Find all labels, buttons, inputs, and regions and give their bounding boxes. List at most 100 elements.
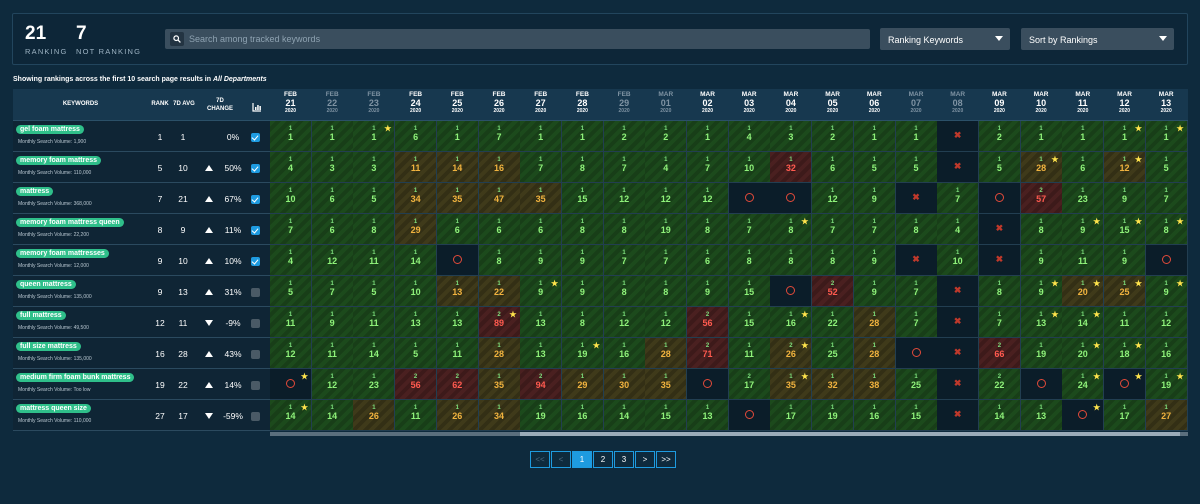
rank-cell[interactable]: 15 <box>353 183 396 214</box>
date-column-header[interactable]: FEB 22 2020 <box>316 91 349 114</box>
rank-cell[interactable]: 1 19 ★ <box>1145 369 1188 400</box>
chart-toggle-checkbox[interactable] <box>251 350 260 359</box>
rank-cell[interactable]: 18 <box>978 276 1021 307</box>
date-column-header[interactable]: MAR 08 2020 <box>941 91 974 114</box>
rank-cell[interactable]: 1 13 <box>520 307 563 338</box>
rank-cell[interactable]: 1 34 <box>478 400 521 431</box>
rank-cell[interactable]: 1 26 <box>353 400 396 431</box>
rank-cell[interactable]: 16 <box>687 245 729 276</box>
rank-cell[interactable]: 17 <box>270 214 312 245</box>
rank-cell[interactable] <box>770 276 813 307</box>
rank-cell[interactable]: 17 <box>603 245 646 276</box>
rank-cell[interactable]: 1 35 <box>520 183 563 214</box>
rank-cell[interactable]: ✖ <box>937 152 980 183</box>
rank-cell[interactable]: 1 14 <box>603 400 646 431</box>
date-column-header[interactable]: FEB 28 2020 <box>566 91 599 114</box>
rank-cell[interactable]: 11 <box>561 121 604 152</box>
rank-cell[interactable]: 18 <box>603 276 646 307</box>
rank-cell[interactable]: 1 12 <box>311 245 354 276</box>
rank-cell[interactable]: 15 <box>895 152 938 183</box>
rank-cell[interactable] <box>728 400 771 431</box>
page-2-button[interactable]: 2 <box>593 451 613 468</box>
rank-cell[interactable] <box>978 183 1021 214</box>
rank-cell[interactable]: 1 12 <box>603 183 646 214</box>
chart-toggle-checkbox[interactable] <box>251 195 260 204</box>
rank-cell[interactable]: 16 <box>520 214 563 245</box>
rank-cell[interactable]: 1 1 ★ <box>1104 121 1146 152</box>
rank-cell[interactable]: 16 <box>311 214 354 245</box>
rank-cell[interactable]: 18 <box>645 276 688 307</box>
rank-cell[interactable]: 1 20 ★ <box>1062 338 1105 369</box>
rank-cell[interactable]: 1 8 ★ <box>1145 214 1188 245</box>
rank-cell[interactable]: 1 13 <box>520 338 563 369</box>
header-7d-avg[interactable]: 7D AVG <box>171 101 197 107</box>
rank-cell[interactable]: 2 52 <box>812 276 855 307</box>
rank-cell[interactable]: 17 <box>520 152 563 183</box>
date-column-header[interactable]: MAR 03 2020 <box>733 91 766 114</box>
date-column-header[interactable]: MAR 12 2020 <box>1108 91 1141 114</box>
rank-cell[interactable]: 1 14 <box>395 245 438 276</box>
rank-cell[interactable]: 1 16 ★ <box>770 307 813 338</box>
rank-cell[interactable]: ✖ <box>937 307 980 338</box>
rank-cell[interactable]: 1 23 <box>353 369 396 400</box>
rank-cell[interactable]: 19 <box>853 183 896 214</box>
keyword-tag[interactable]: memory foam mattresses <box>16 249 109 258</box>
rank-cell[interactable]: 1 35 <box>436 183 479 214</box>
date-column-header[interactable]: MAR 07 2020 <box>900 91 933 114</box>
rank-cell[interactable]: 1 12 <box>645 307 688 338</box>
rank-cell[interactable]: 1 15 <box>561 183 604 214</box>
rank-cell[interactable]: 1 16 <box>603 338 646 369</box>
rank-cell[interactable]: ✖ <box>937 338 980 369</box>
rank-cell[interactable]: 16 <box>395 121 438 152</box>
date-column-header[interactable]: FEB 29 2020 <box>608 91 641 114</box>
page-next-button[interactable]: > <box>635 451 655 468</box>
rank-cell[interactable]: 1 12 <box>687 183 729 214</box>
rank-cell[interactable]: 1 12 ★ <box>1104 152 1146 183</box>
rank-cell[interactable]: 1 35 ★ <box>770 369 813 400</box>
page-prev-button[interactable]: < <box>551 451 571 468</box>
date-column-header[interactable]: FEB 27 2020 <box>524 91 557 114</box>
rank-cell[interactable]: 18 <box>728 245 771 276</box>
rank-cell[interactable]: 1 23 <box>1062 183 1105 214</box>
date-column-header[interactable]: MAR 01 2020 <box>649 91 682 114</box>
rank-cell[interactable]: 1 30 <box>603 369 646 400</box>
rank-cell[interactable]: 18 <box>561 307 604 338</box>
rank-cell[interactable]: 19 <box>687 276 729 307</box>
chart-icon[interactable] <box>252 99 262 117</box>
rank-cell[interactable]: 14 <box>728 121 771 152</box>
rank-cell[interactable]: 19 <box>561 245 604 276</box>
rank-cell[interactable]: 1 19 ★ <box>561 338 604 369</box>
rank-cell[interactable]: 1 22 <box>812 307 855 338</box>
rank-cell[interactable]: 1 1 ★ <box>1145 121 1188 152</box>
rank-cell[interactable]: 1 11 <box>311 338 354 369</box>
rank-cell[interactable]: 16 <box>1062 152 1105 183</box>
rank-cell[interactable]: 1 26 <box>436 400 479 431</box>
date-column-header[interactable]: MAR 02 2020 <box>691 91 724 114</box>
rank-cell[interactable]: 1 11 <box>1104 307 1146 338</box>
rank-cell[interactable]: 1 22 <box>478 276 521 307</box>
rank-cell[interactable]: 11 <box>853 121 896 152</box>
rank-cell[interactable]: 1 28 ★ <box>1020 152 1063 183</box>
rank-cell[interactable]: 13 <box>770 121 813 152</box>
rank-cell[interactable]: 1 32 <box>770 152 813 183</box>
page-first-button[interactable]: << <box>530 451 550 468</box>
rank-cell[interactable]: 1 10 <box>395 276 438 307</box>
rank-cell[interactable]: 1 19 <box>645 214 688 245</box>
rank-cell[interactable]: 12 <box>645 121 688 152</box>
chart-toggle-checkbox[interactable] <box>251 226 260 235</box>
rank-cell[interactable] <box>728 183 771 214</box>
keyword-tag[interactable]: full mattress <box>16 311 66 320</box>
rank-cell[interactable]: 11 <box>436 121 479 152</box>
keyword-tag[interactable]: mattress queen size <box>16 404 91 413</box>
rank-cell[interactable]: 15 <box>978 152 1021 183</box>
rank-cell[interactable]: 2 56 <box>687 307 729 338</box>
rank-cell[interactable]: 1 15 <box>728 276 771 307</box>
rank-cell[interactable]: 1 28 <box>853 307 896 338</box>
keyword-tag[interactable]: medium firm foam bunk mattress <box>16 373 135 382</box>
rank-cell[interactable]: 18 <box>561 152 604 183</box>
rank-cell[interactable]: ★ <box>270 369 312 400</box>
keyword-type-select[interactable]: Ranking Keywords <box>880 28 1010 50</box>
rank-cell[interactable]: 1 38 <box>853 369 896 400</box>
rank-cell[interactable] <box>895 338 938 369</box>
rank-cell[interactable]: 18 <box>353 214 396 245</box>
